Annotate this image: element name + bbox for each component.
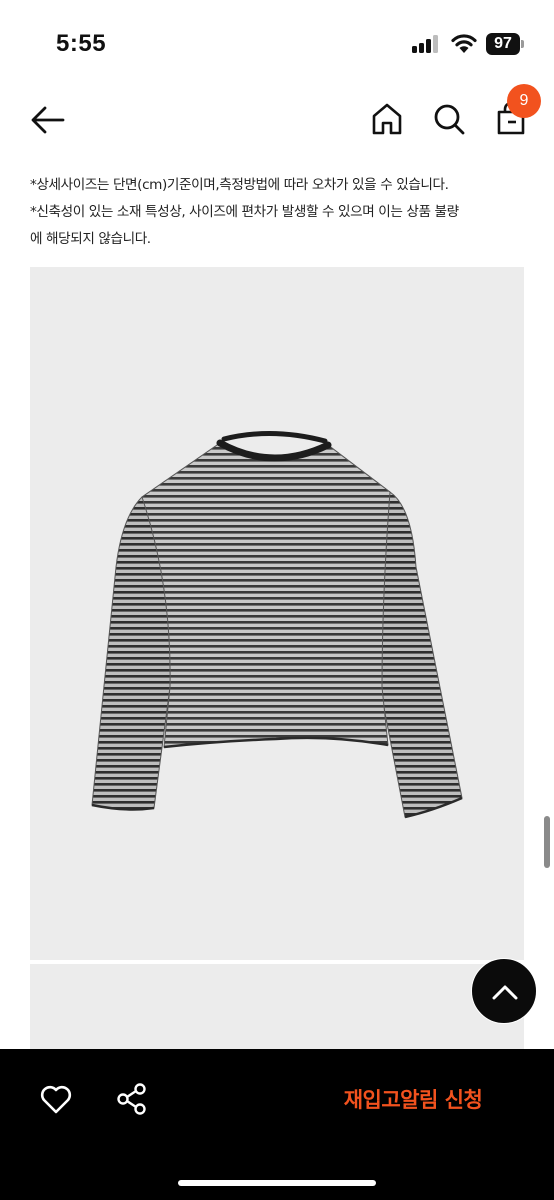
- scrollbar[interactable]: [544, 816, 550, 868]
- wifi-icon: [451, 34, 477, 53]
- home-icon[interactable]: [368, 100, 406, 138]
- status-time: 5:55: [56, 30, 107, 57]
- bottom-action-bar: 재입고알림 신청: [0, 1049, 554, 1200]
- product-image: [30, 267, 524, 960]
- striped-tshirt-image: [91, 430, 463, 819]
- notice-line-1: *상세사이즈는 단면(cm)기준이며,측정방법에 따라 오차가 있을 수 있습니…: [30, 177, 449, 193]
- back-arrow-icon[interactable]: [28, 100, 68, 140]
- status-bar: 5:55 97: [0, 0, 554, 88]
- notice-line-2: *신축성이 있는 소재 특성상, 사이즈에 편차가 발생할 수 있으며 이는 상…: [30, 204, 459, 220]
- battery-icon: 97: [486, 33, 524, 55]
- notice-line-3: 에 해당되지 않습니다.: [30, 231, 151, 247]
- chevron-up-icon: [492, 985, 518, 1000]
- cart-count-badge: 9: [507, 84, 541, 118]
- app-header: [0, 88, 554, 152]
- scroll-to-top-button[interactable]: [471, 958, 537, 1024]
- share-icon[interactable]: [114, 1081, 150, 1117]
- size-notice: *상세사이즈는 단면(cm)기준이며,측정방법에 따라 오차가 있을 수 있습니…: [30, 172, 530, 253]
- heart-icon[interactable]: [38, 1081, 74, 1117]
- home-indicator: [178, 1180, 376, 1186]
- search-icon[interactable]: [430, 100, 468, 138]
- battery-level: 97: [486, 33, 520, 55]
- signal-icon: [412, 35, 440, 53]
- restock-alert-button[interactable]: 재입고알림 신청: [300, 1079, 526, 1121]
